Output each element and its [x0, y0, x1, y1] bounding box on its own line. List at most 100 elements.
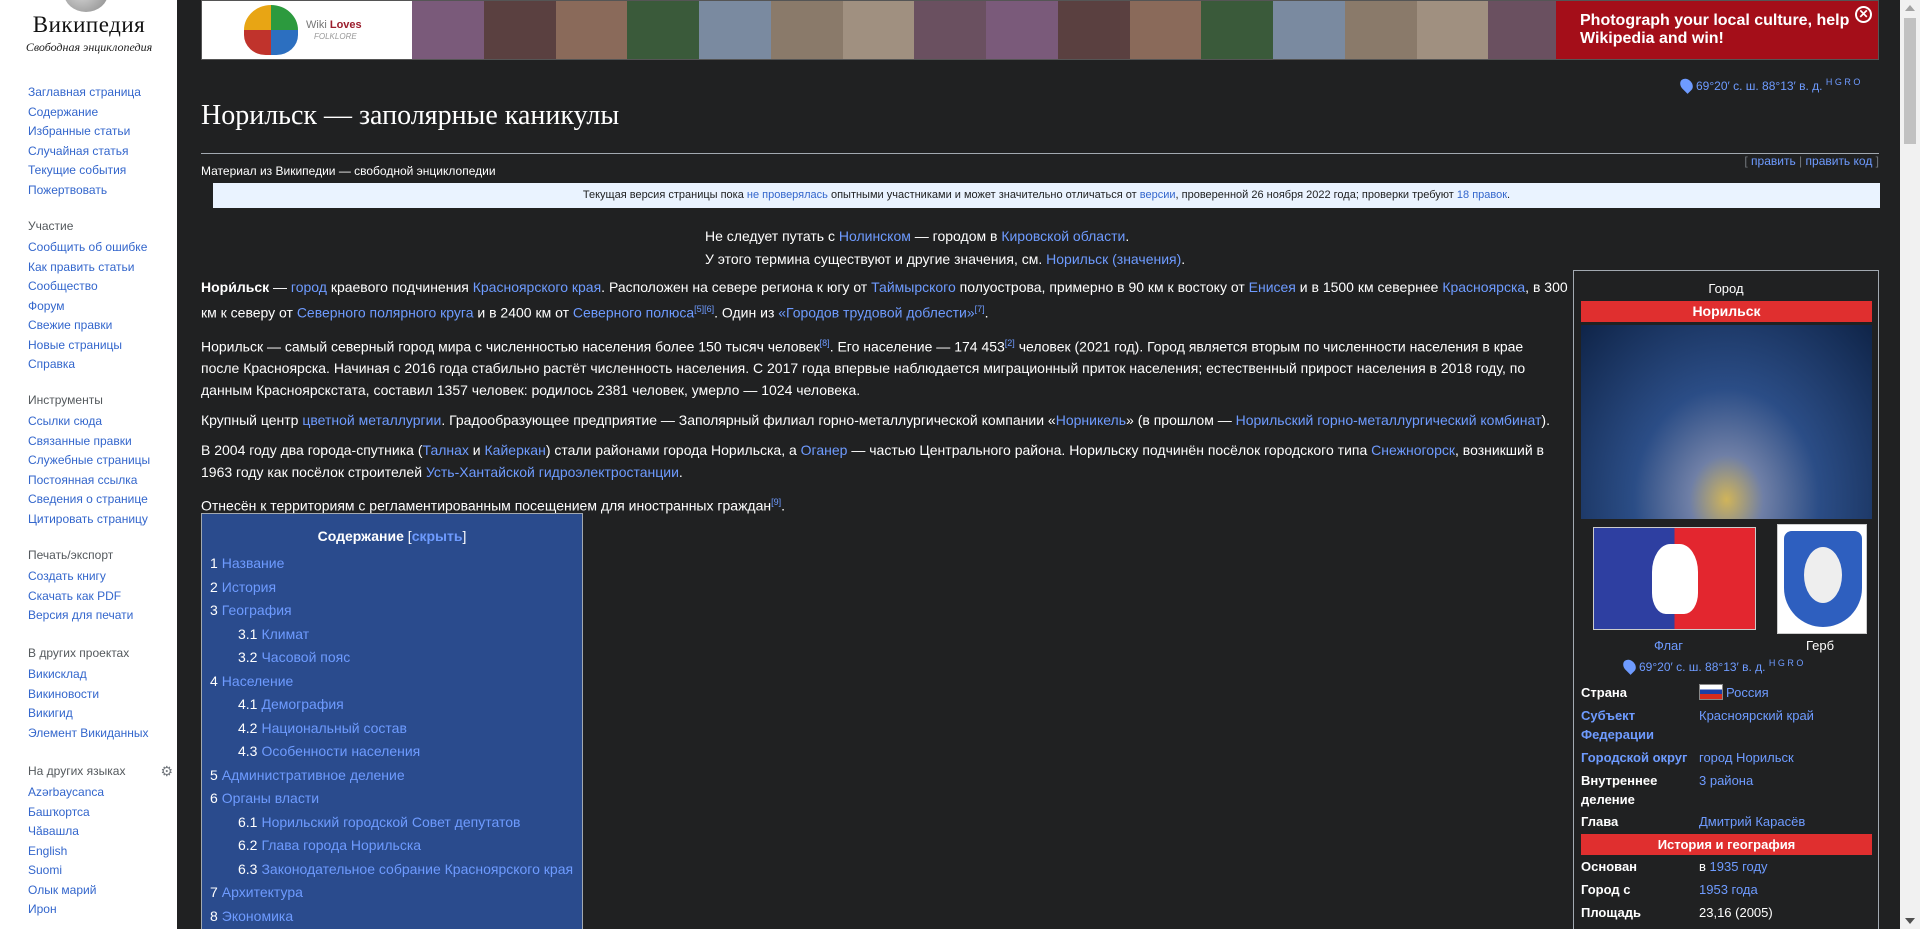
toc-link[interactable]: Законодательное собрание Красноярского к…: [261, 861, 573, 877]
toc-link[interactable]: География: [222, 602, 292, 618]
toc-item[interactable]: 4.2 Национальный состав: [210, 719, 582, 743]
article-link[interactable]: Кайеркан: [485, 442, 546, 458]
flag-caption[interactable]: Флаг: [1654, 638, 1683, 653]
citation-link[interactable]: [7]: [975, 304, 985, 314]
notice-link-edits[interactable]: 18 правок: [1457, 189, 1507, 201]
article-link[interactable]: Енисея: [1249, 279, 1296, 295]
scroll-up-arrow-icon[interactable]: [1905, 5, 1915, 11]
toc-item[interactable]: 5 Административное деление: [210, 766, 582, 790]
row-key-link[interactable]: Городской округ: [1581, 748, 1693, 767]
toc-link[interactable]: История: [222, 579, 276, 595]
hatnote-link[interactable]: Кировской области: [1001, 228, 1125, 244]
coordinates-text[interactable]: 69°20′ с. ш. 88°13′ в. д.: [1696, 79, 1823, 93]
nav-contents[interactable]: Содержание: [28, 105, 98, 119]
toc-link[interactable]: Часовой пояс: [261, 649, 350, 665]
hatnote-link[interactable]: Норильск (значения): [1046, 251, 1181, 267]
lang-item[interactable]: Олык марий: [28, 883, 96, 897]
tool-page-info[interactable]: Сведения о странице: [28, 492, 148, 506]
nav-main-page[interactable]: Заглавная страница: [28, 85, 141, 99]
tool-special-pages[interactable]: Служебные страницы: [28, 453, 150, 467]
citation-link[interactable]: [5][6]: [694, 304, 714, 314]
article-link[interactable]: Норильский горно-металлургический комбин…: [1236, 412, 1542, 428]
article-link[interactable]: город: [291, 279, 327, 295]
row-value-link[interactable]: 1935 году: [1710, 859, 1768, 874]
article-link[interactable]: Таймырского: [871, 279, 956, 295]
infobox-coordinates[interactable]: 69°20′ с. ш. 88°13′ в. д. H G R O: [1620, 657, 1804, 675]
citation-link[interactable]: [9]: [771, 497, 781, 507]
campaign-banner[interactable]: Wiki Loves FOLKLORE Photograph your loca…: [201, 0, 1879, 60]
article-link[interactable]: Красноярска: [1442, 279, 1525, 295]
row-value-link[interactable]: 1953 года: [1699, 882, 1758, 897]
edit-code-link[interactable]: править код: [1806, 154, 1873, 168]
toc-link[interactable]: Климат: [261, 626, 309, 642]
print-create-book[interactable]: Создать книгу: [28, 569, 106, 583]
hatnote-link[interactable]: Нолинском: [839, 228, 911, 244]
lang-item[interactable]: Suomi: [28, 863, 62, 877]
wikipedia-logo[interactable]: Википедия Свободная энциклопедия: [14, 0, 164, 60]
coat-of-arms-image[interactable]: [1777, 524, 1867, 634]
coordinates-text[interactable]: 69°20′ с. ш. 88°13′ в. д.: [1639, 660, 1766, 674]
scroll-down-arrow-icon[interactable]: [1905, 918, 1915, 924]
print-pdf[interactable]: Скачать как PDF: [28, 589, 121, 603]
article-link[interactable]: Северного полюса: [573, 305, 694, 321]
toc-item[interactable]: 3.2 Часовой пояс: [210, 648, 582, 672]
project-wikivoyage[interactable]: Викигид: [28, 706, 73, 720]
toc-item[interactable]: 4.3 Особенности населения: [210, 742, 582, 766]
article-link[interactable]: Северного полярного круга: [297, 305, 474, 321]
article-link[interactable]: Красноярского края: [473, 279, 601, 295]
toc-link[interactable]: Органы власти: [222, 790, 319, 806]
toc-item[interactable]: 6.3 Законодательное собрание Красноярског…: [210, 860, 582, 884]
row-value-link[interactable]: Красноярский край: [1699, 708, 1814, 723]
toc-item[interactable]: 8 Экономика: [210, 907, 582, 929]
banner-promo[interactable]: Photograph your local culture, help Wiki…: [1556, 1, 1878, 59]
coordinates-top[interactable]: 69°20′ с. ш. 88°13′ в. д. H G R O: [1677, 76, 1861, 94]
toc-item[interactable]: 7 Архитектура: [210, 883, 582, 907]
nav-donate[interactable]: Пожертвовать: [28, 183, 107, 197]
toc-item[interactable]: 4.1 Демография: [210, 695, 582, 719]
toc-item[interactable]: 3 География: [210, 601, 582, 625]
scrollbar-thumb[interactable]: [1904, 18, 1916, 144]
project-commons[interactable]: Викисклад: [28, 667, 87, 681]
tool-permalink[interactable]: Постоянная ссылка: [28, 473, 137, 487]
edit-link[interactable]: править: [1751, 154, 1796, 168]
article-link[interactable]: Оганер: [801, 442, 848, 458]
print-version[interactable]: Версия для печати: [28, 608, 133, 622]
project-wikinews[interactable]: Викиновости: [28, 687, 99, 701]
coordinates-letters[interactable]: H G R O: [1769, 658, 1804, 668]
lang-item[interactable]: Башҡортса: [28, 805, 90, 819]
toc-link[interactable]: Архитектура: [222, 884, 303, 900]
close-icon[interactable]: ✕: [1855, 6, 1872, 23]
toc-link[interactable]: Экономика: [222, 908, 293, 924]
nav-random[interactable]: Случайная статья: [28, 144, 128, 158]
toc-link[interactable]: Название: [222, 555, 285, 571]
row-key-link[interactable]: Субъект Федерации: [1581, 706, 1693, 744]
tool-what-links-here[interactable]: Ссылки сюда: [28, 414, 102, 428]
nav-featured[interactable]: Избранные статьи: [28, 124, 130, 138]
lang-item[interactable]: Чӑвашла: [28, 824, 79, 838]
toc-link[interactable]: Административное деление: [222, 767, 405, 783]
toc-link[interactable]: Особенности населения: [261, 743, 420, 759]
row-value-link[interactable]: 3 района: [1699, 773, 1753, 788]
toc-link[interactable]: Демография: [261, 696, 343, 712]
article-link[interactable]: Талнах: [423, 442, 469, 458]
coordinates-letters[interactable]: H G R O: [1826, 77, 1861, 87]
project-wikidata[interactable]: Элемент Викиданных: [28, 726, 149, 740]
gear-icon[interactable]: ⚙: [160, 763, 173, 780]
row-value-link[interactable]: Россия: [1726, 685, 1769, 700]
nav-help[interactable]: Справка: [28, 357, 75, 371]
toc-item[interactable]: 4 Население: [210, 672, 582, 696]
row-value-link[interactable]: Дмитрий Карасёв: [1699, 814, 1805, 829]
article-link[interactable]: Усть-Хантайской гидроэлектростанции: [426, 464, 679, 480]
toc-link[interactable]: Национальный состав: [261, 720, 406, 736]
article-link[interactable]: Норникель: [1056, 412, 1126, 428]
nav-current-events[interactable]: Текущие события: [28, 163, 126, 177]
nav-report-error[interactable]: Сообщить об ошибке: [28, 240, 147, 254]
nav-recent-changes[interactable]: Свежие правки: [28, 318, 112, 332]
article-link[interactable]: «Городов трудовой доблести»: [778, 305, 974, 321]
toc-link[interactable]: Норильский городской Совет депутатов: [261, 814, 520, 830]
article-link[interactable]: цветной металлургии: [302, 412, 441, 428]
toc-link[interactable]: Глава города Норильска: [261, 837, 421, 853]
toc-item[interactable]: 6.2 Глава города Норильска: [210, 836, 582, 860]
toc-item[interactable]: 1 Название: [210, 554, 582, 578]
scrollbar[interactable]: [1900, 0, 1920, 929]
